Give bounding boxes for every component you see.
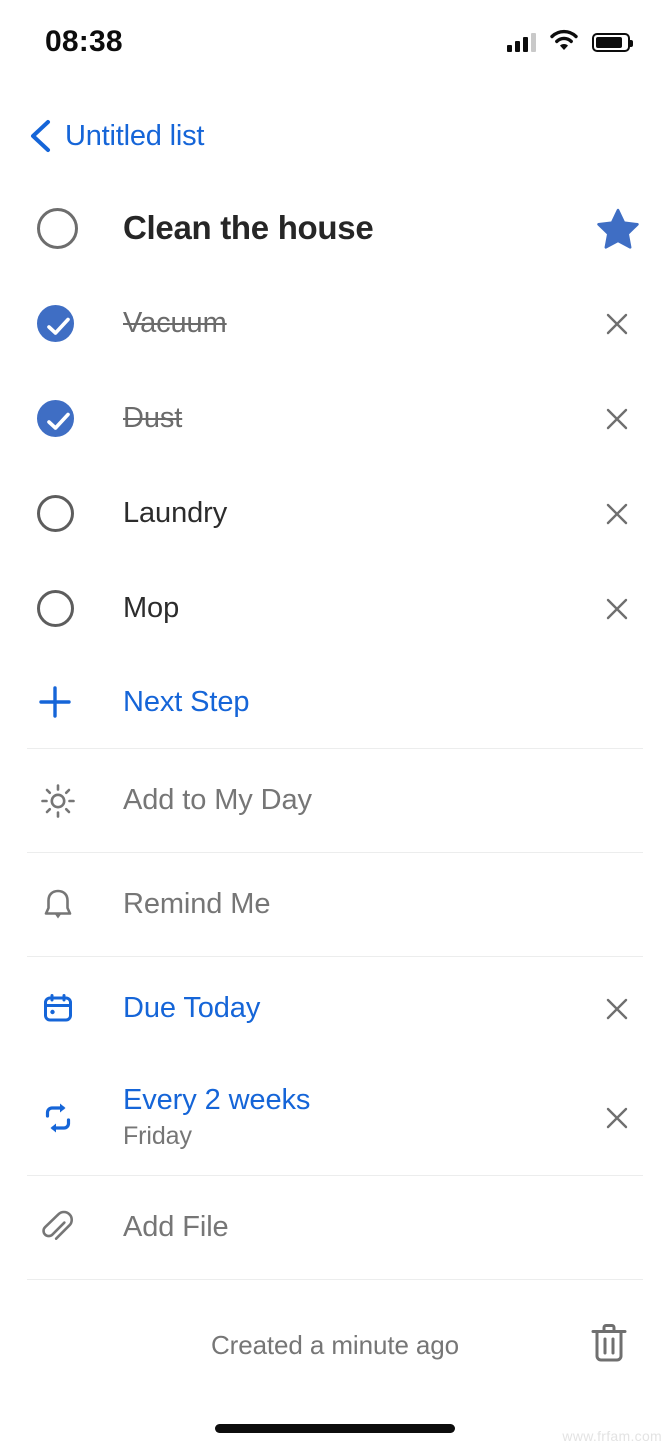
step-row: Laundry — [0, 466, 670, 561]
wifi-icon — [549, 29, 579, 56]
battery-icon — [592, 32, 633, 52]
add-to-my-day-label: Add to My Day — [123, 784, 312, 816]
step-row: Mop — [0, 561, 670, 656]
watermark: www.frfam.com — [562, 1428, 662, 1444]
repeat-sublabel: Friday — [123, 1122, 192, 1150]
circle-unchecked-icon[interactable] — [37, 590, 74, 627]
created-timestamp: Created a minute ago — [210, 1329, 460, 1360]
status-bar: 08:38 — [0, 0, 670, 84]
add-to-my-day-text: Add to My Day — [123, 784, 643, 817]
remind-me-label: Remind Me — [123, 888, 271, 920]
step-checkbox-wrap[interactable] — [37, 495, 78, 532]
due-date-row[interactable]: Due Today — [0, 957, 670, 1060]
paperclip-icon — [37, 1207, 78, 1248]
step-label[interactable]: Laundry — [123, 497, 600, 530]
step-checkbox-wrap[interactable] — [37, 590, 78, 627]
cellular-signal-icon — [507, 32, 536, 52]
step-label[interactable]: Vacuum — [123, 307, 600, 340]
add-file-button[interactable]: Add File — [0, 1176, 670, 1279]
step-row: Dust — [0, 371, 670, 466]
circle-checked-icon[interactable] — [37, 305, 74, 342]
close-icon[interactable] — [600, 992, 634, 1026]
home-indicator — [215, 1424, 455, 1433]
chevron-left-icon — [27, 119, 53, 153]
task-complete-checkbox[interactable] — [37, 207, 78, 249]
divider — [27, 1279, 643, 1280]
add-next-step-button[interactable]: Next Step — [0, 656, 670, 748]
repeat-text: Every 2 weeks Friday — [123, 1084, 600, 1151]
trash-icon[interactable] — [588, 1320, 630, 1366]
step-row: Vacuum — [0, 276, 670, 371]
task-footer: Created a minute ago — [0, 1292, 670, 1398]
star-filled-icon[interactable] — [596, 206, 640, 250]
remind-me-text: Remind Me — [123, 888, 643, 921]
add-file-label: Add File — [123, 1211, 229, 1243]
repeat-row[interactable]: Every 2 weeks Friday — [0, 1060, 670, 1175]
close-icon[interactable] — [600, 497, 634, 531]
calendar-icon — [37, 988, 78, 1029]
repeat-icon — [37, 1097, 78, 1138]
due-date-label: Due Today — [123, 992, 261, 1024]
task-title[interactable]: Clean the house — [123, 209, 596, 247]
circle-checked-icon[interactable] — [37, 400, 74, 437]
task-detail-content: Clean the house Vacuum Dust Laundry Mop … — [0, 180, 670, 1280]
add-file-text: Add File — [123, 1211, 643, 1244]
status-time: 08:38 — [45, 25, 123, 58]
status-icons — [507, 29, 633, 56]
step-label[interactable]: Mop — [123, 592, 600, 625]
sun-icon — [37, 780, 78, 821]
due-date-text: Due Today — [123, 992, 600, 1025]
next-step-label: Next Step — [123, 685, 250, 718]
step-checkbox-wrap[interactable] — [37, 305, 78, 342]
step-checkbox-wrap[interactable] — [37, 400, 78, 437]
circle-unchecked-icon[interactable] — [37, 495, 74, 532]
bell-icon — [37, 884, 78, 925]
add-to-my-day-button[interactable]: Add to My Day — [0, 749, 670, 852]
remind-me-button[interactable]: Remind Me — [0, 853, 670, 956]
step-label[interactable]: Dust — [123, 402, 600, 435]
plus-icon — [37, 684, 78, 720]
close-icon[interactable] — [600, 1101, 634, 1135]
task-header-row: Clean the house — [0, 180, 670, 276]
repeat-label: Every 2 weeks — [123, 1084, 311, 1116]
close-icon[interactable] — [600, 307, 634, 341]
close-icon[interactable] — [600, 592, 634, 626]
back-to-list-button[interactable]: Untitled list — [0, 108, 670, 164]
list-name-label: Untitled list — [65, 119, 205, 152]
close-icon[interactable] — [600, 402, 634, 436]
